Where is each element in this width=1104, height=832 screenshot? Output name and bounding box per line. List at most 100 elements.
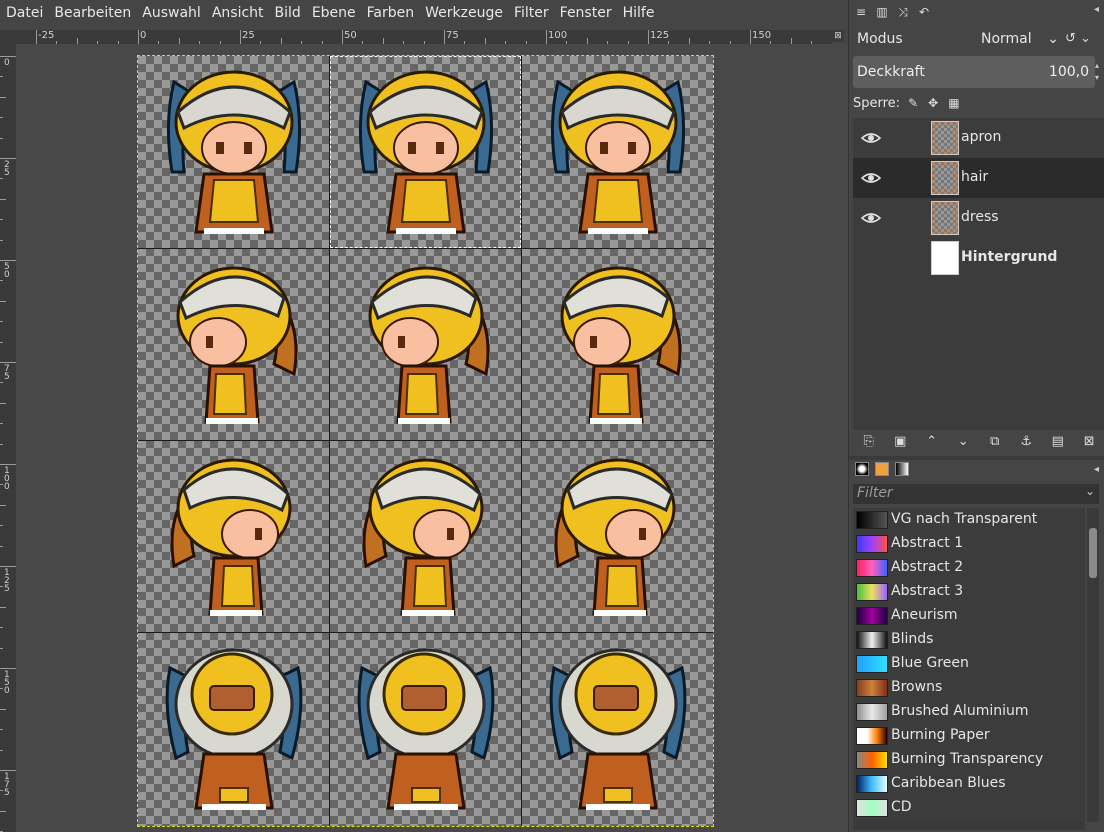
ruler-minor-tick [0, 178, 3, 180]
dock-menu-icon[interactable]: ◂ [1094, 464, 1099, 475]
ruler-minor-tick [0, 545, 3, 547]
menu-item[interactable]: Bearbeiten [48, 0, 136, 26]
undo-tab-icon[interactable]: ↶ [915, 3, 933, 21]
menu-item[interactable]: Ansicht [206, 0, 269, 26]
chevron-down-icon: ⌄ [1047, 31, 1059, 47]
ruler-label: 50 [344, 30, 357, 41]
gradient-name: Browns [891, 679, 943, 695]
gradient-item[interactable]: Abstract 3 [853, 580, 1085, 604]
gradients-tab-icon[interactable] [895, 462, 909, 476]
gradient-item[interactable]: Abstract 1 [853, 532, 1085, 556]
vertical-ruler[interactable]: 0 25 50 75 100 125 150 175 [0, 44, 17, 832]
gradient-swatch [856, 799, 888, 817]
gradient-hscrollbar[interactable] [853, 822, 1085, 830]
gradient-name: Abstract 3 [891, 583, 964, 599]
layer-thumbnail [931, 161, 959, 195]
channels-tab-icon[interactable]: ▥ [873, 3, 891, 21]
ruler-minor-tick [0, 321, 3, 323]
grid-line [138, 632, 713, 633]
gradient-name: Brushed Aluminium [891, 703, 1029, 719]
lock-label: Sperre: [853, 95, 901, 111]
mode-reset-button[interactable]: ↺ ⌄ [1065, 28, 1101, 50]
ruler-tick [0, 158, 16, 159]
eye-icon[interactable] [860, 170, 882, 186]
horizontal-ruler[interactable]: -25 0 25 50 75 100 125 150 [16, 30, 832, 45]
new-layer-group-icon[interactable]: ▣ [890, 434, 910, 449]
ruler-corner[interactable] [0, 30, 16, 44]
mask-layer-icon[interactable]: ▤ [1048, 434, 1068, 449]
gradient-filter-input[interactable]: Filter ⌄ [853, 484, 1099, 504]
gradient-item[interactable]: Aneurism [853, 604, 1085, 628]
scrollbar-thumb[interactable] [1089, 528, 1097, 578]
gradient-name: Burning Transparency [891, 751, 1044, 767]
layers-tab-icon[interactable]: ≡ [852, 3, 870, 21]
gradient-name: Burning Paper [891, 727, 990, 743]
layer-row[interactable]: dress [853, 198, 1104, 238]
lock-row: Sperre: ✎ ✥ ▦ [853, 94, 1101, 112]
lock-position-icon[interactable]: ✥ [928, 96, 938, 110]
menubar: Datei Bearbeiten Auswahl Ansicht Bild Ebene Fa… [0, 0, 848, 26]
gradient-item[interactable]: Brushed Aluminium [853, 700, 1085, 724]
menu-item[interactable]: Datei [0, 0, 48, 26]
brushes-tab-icon[interactable] [855, 462, 869, 476]
layer-thumbnail [931, 241, 959, 275]
mode-select[interactable]: Normal ⌄ [981, 28, 1059, 50]
menu-item[interactable]: Filter [508, 0, 554, 26]
ruler-label: 0 [140, 30, 147, 41]
lock-alpha-icon[interactable]: ▦ [948, 96, 959, 110]
duplicate-layer-icon[interactable]: ⧉ [985, 434, 1005, 449]
ruler-label: 0 [4, 58, 10, 68]
gradient-item[interactable]: Blue Green [853, 652, 1085, 676]
eye-icon[interactable] [860, 210, 882, 226]
gradient-item[interactable]: Caribbean Blues [853, 772, 1085, 796]
ruler-label: 25 [242, 30, 255, 41]
gradient-item[interactable]: Browns [853, 676, 1085, 700]
gradient-name: VG nach Transparent [891, 511, 1038, 527]
gradient-item[interactable]: CD [853, 796, 1085, 820]
menu-item[interactable]: Auswahl [136, 0, 206, 26]
ruler-minor-tick [0, 443, 3, 445]
raise-layer-icon[interactable]: ⌃ [922, 434, 942, 449]
opacity-spin-icon[interactable]: ▴ ▾ [1095, 60, 1099, 84]
layer-row[interactable]: apron [853, 118, 1104, 158]
drawing-surface[interactable] [16, 44, 848, 832]
menu-item[interactable]: Fenster [554, 0, 617, 26]
layer-row[interactable]: Hintergrund [853, 238, 1104, 278]
ruler-label: 100 [548, 30, 568, 41]
chevron-down-icon[interactable]: ⌄ [1085, 484, 1095, 498]
gradient-scrollbar[interactable] [1087, 508, 1099, 822]
navigate-icon[interactable]: ⊠ [832, 30, 844, 42]
patterns-tab-icon[interactable] [875, 462, 889, 476]
menu-item[interactable]: Bild [269, 0, 306, 26]
gradient-item[interactable]: Blinds [853, 628, 1085, 652]
menu-item[interactable]: Hilfe [617, 0, 660, 26]
lock-pixels-icon[interactable]: ✎ [908, 96, 918, 110]
anchor-layer-icon[interactable]: ⚓ [1016, 434, 1036, 449]
delete-layer-icon[interactable]: ⊠ [1079, 434, 1099, 449]
ruler-minor-tick [0, 729, 3, 731]
new-layer-icon[interactable]: ⎘ [859, 434, 879, 449]
ruler-label: -25 [38, 30, 55, 41]
ruler-minor-tick [0, 525, 3, 527]
sprite-frame [346, 638, 506, 818]
gradient-item[interactable]: VG nach Transparent [853, 508, 1085, 532]
gradient-swatch [856, 703, 888, 721]
dock-menu-icon[interactable]: ◂ [1094, 4, 1099, 15]
ruler-tick [648, 30, 649, 44]
image-canvas[interactable] [137, 55, 714, 827]
menu-item[interactable]: Farben [361, 0, 419, 26]
gradient-item[interactable]: Abstract 2 [853, 556, 1085, 580]
gradient-swatch [856, 679, 888, 697]
gradient-item[interactable]: Burning Transparency [853, 748, 1085, 772]
opacity-slider[interactable]: Deckkraft 100,0 [853, 56, 1095, 88]
ruler-label: 75 [446, 30, 459, 41]
layer-row[interactable]: hair [853, 158, 1104, 198]
menu-item[interactable]: Werkzeuge [419, 0, 508, 26]
sprite-frame [538, 446, 698, 626]
menu-item[interactable]: Ebene [306, 0, 361, 26]
gradient-item[interactable]: Burning Paper [853, 724, 1085, 748]
paths-tab-icon[interactable]: ⤨ [894, 3, 912, 21]
ruler-minor-tick [0, 688, 3, 690]
eye-icon[interactable] [860, 130, 882, 146]
lower-layer-icon[interactable]: ⌄ [953, 434, 973, 449]
